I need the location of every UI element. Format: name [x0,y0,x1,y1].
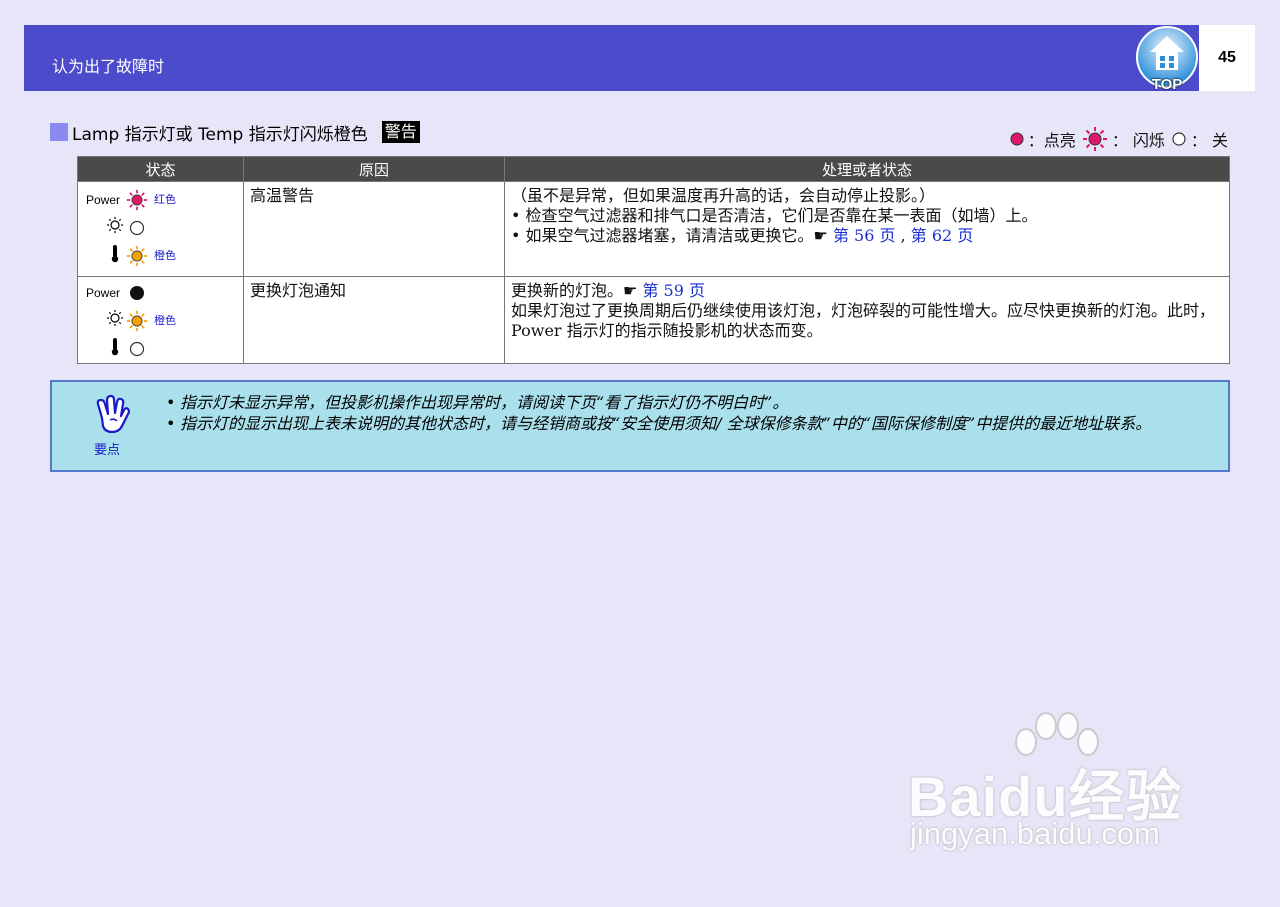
section-heading: Lamp 指示灯或 Temp 指示灯闪烁橙色 警告 [50,121,420,145]
header-title: 认为出了故障时 [52,57,165,76]
section-square-icon [50,123,68,141]
thermometer-icon [111,338,119,356]
lamp-indicator-row: 橙色 [78,307,243,335]
top-button[interactable]: TOP [1136,26,1198,93]
led-blink-icon [1082,127,1107,151]
power-label: Power [86,286,121,300]
temp-color-label: 橙色 [154,249,176,262]
pointing-hand-icon: ☛ [623,281,643,300]
power-indicator-row: Power 红色 [78,186,243,214]
lamp-icon [107,217,123,233]
lamp-off-icon [129,220,145,236]
tip-item-text: 指示灯未显示异常，但投影机操作出现异常时，请阅读下页“看了指示灯仍不明白时”。 [180,393,789,412]
tip-label: 要点 [94,443,121,458]
tip-hand-icon [92,394,132,440]
watermark-sub-text: jingyan.baidu.com [910,816,1160,851]
page-link-56[interactable]: 第 56 页 [833,226,896,245]
lamp-indicator-row [78,214,243,242]
tip-item-text: 指示灯的显示出现上表未说明的其他状态时，请与经销商或按“安全使用须知/ 全球保修… [180,414,1152,433]
table-header-row: 状态 原因 处理或者状态 [77,156,1230,182]
led-off-icon [1172,132,1186,146]
tip-text: • 指示灯未显示异常，但投影机操作出现异常时，请阅读下页“看了指示灯仍不明白时”。… [166,392,1206,434]
pointing-hand-icon: ☛ [813,226,833,245]
tip-item: • 指示灯未显示异常，但投影机操作出现异常时，请阅读下页“看了指示灯仍不明白时”。 [166,393,789,412]
lamp-color-label: 橙色 [154,314,176,327]
tip-item: • 指示灯的显示出现上表未说明的其他状态时，请与经销商或按“安全使用须知/ 全球保… [166,414,1152,433]
thermometer-icon [111,245,119,263]
warning-badge: 警告 [381,121,420,143]
power-indicator-row: Power [78,279,243,307]
indicator-legend: ：点亮 ： 闪烁 ： 关 [1004,126,1228,152]
legend-off-label: ： 关 [1190,131,1228,150]
column-header-state: 状态 [77,156,244,182]
column-header-action: 处理或者状态 [504,156,1230,182]
baidu-watermark: Baidu经验 jingyan.baidu.com [908,712,1208,862]
action-line: 更换新的灯泡。☛ 第 59 页 [511,281,1223,301]
temp-off-icon [129,341,145,357]
action-cell: 更换新的灯泡。☛ 第 59 页 如果灯泡过了更换周期后仍继续使用该灯泡，灯泡碎裂… [504,276,1230,364]
action-line: 如果灯泡过了更换周期后仍继续使用该灯泡，灯泡碎裂的可能性增大。应尽快更换新的灯泡… [511,301,1216,340]
legend-blink-label: ： 闪烁 [1111,131,1165,150]
temp-blink-orange-icon [126,245,148,267]
section-title: Lamp 指示灯或 Temp 指示灯闪烁橙色 [72,124,368,145]
temp-indicator-row [78,335,243,363]
action-line: • 检查空气过滤器和排气口是否清洁，它们是否靠在某一表面（如墙）上。 [511,206,1038,225]
page-number: 45 [1218,49,1236,66]
led-on-icon [1010,132,1024,146]
link-separator: , [895,226,911,245]
status-table: 状态 原因 处理或者状态 Power 红色 橙色 高温警告 （虽不是异常，但如果… [77,156,1230,364]
power-blink-red-icon [126,189,148,211]
legend-on-label: ：点亮 [1027,131,1076,150]
top-label: TOP [1151,76,1183,93]
action-cell: （虽不是异常，但如果温度再升高的话，会自动停止投影。） • 检查空气过滤器和排气… [504,181,1230,277]
page-link-59[interactable]: 第 59 页 [642,281,705,300]
state-cell: Power 红色 橙色 [77,181,244,277]
page-link-62[interactable]: 第 62 页 [911,226,974,245]
page-number-box: 45 [1199,25,1255,91]
power-color-label: 红色 [154,193,176,206]
column-header-cause: 原因 [243,156,505,182]
table-row: Power 红色 橙色 高温警告 （虽不是异常，但如果温度再升高的话，会自动停止… [77,181,1230,277]
power-on-black-icon [130,286,144,300]
action-ref-text: • 如果空气过滤器堵塞，请清洁或更换它。 [511,226,814,245]
action-line: （虽不是异常，但如果温度再升高的话，会自动停止投影。） [511,186,936,205]
cause-cell: 高温警告 [243,181,505,277]
lamp-icon [107,310,123,326]
table-row: Power 橙色 更换灯泡通知 更换新的灯泡。☛ 第 59 页 如果灯泡过了更换… [77,276,1230,364]
state-cell: Power 橙色 [77,276,244,364]
power-label: Power [86,193,121,207]
action-ref-text: 更换新的灯泡。 [511,281,624,300]
cause-cell: 更换灯泡通知 [243,276,505,364]
temp-indicator-row: 橙色 [78,242,243,270]
action-line: • 如果空气过滤器堵塞，请清洁或更换它。☛ 第 56 页 , 第 62 页 [511,226,1223,246]
tip-box: 要点 • 指示灯未显示异常，但投影机操作出现异常时，请阅读下页“看了指示灯仍不明白… [50,380,1230,472]
lamp-blink-orange-icon [126,310,148,332]
header-bar: 认为出了故障时 [24,25,1199,91]
